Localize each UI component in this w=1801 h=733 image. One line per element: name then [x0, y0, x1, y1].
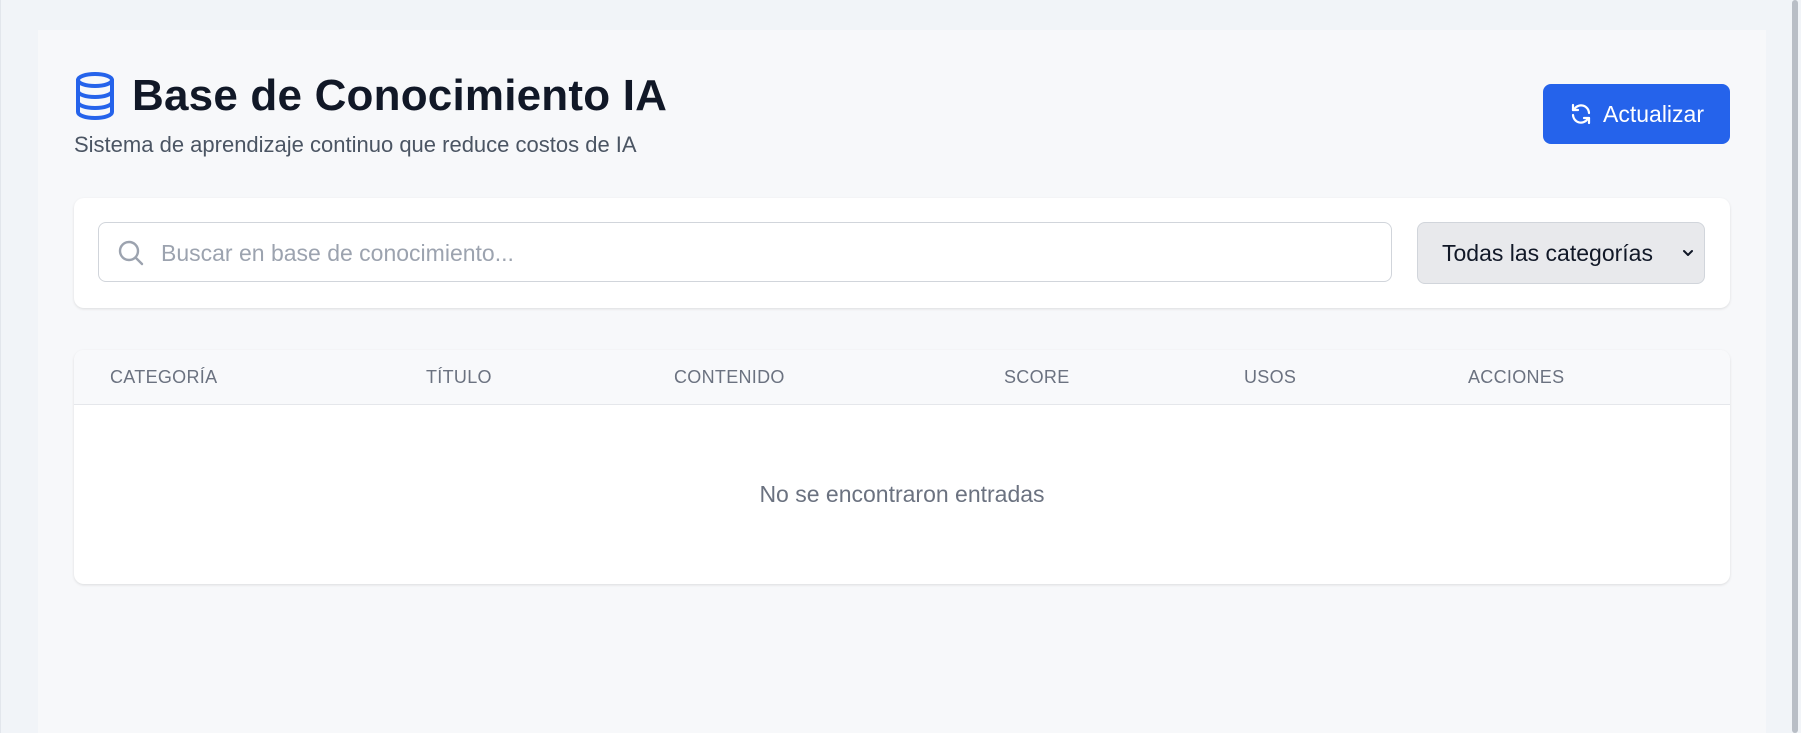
category-select[interactable]: Todas las categorías [1417, 222, 1705, 284]
title-row: Base de Conocimiento IA [74, 66, 1768, 126]
main-panel: Base de Conocimiento IA Sistema de apren… [38, 30, 1766, 733]
category-select-value: Todas las categorías [1442, 239, 1653, 266]
column-header-score[interactable]: SCORE [1004, 350, 1070, 404]
empty-state-message: No se encontraron entradas [759, 481, 1045, 507]
column-header-acciones: ACCIONES [1468, 367, 1565, 387]
column-header-titulo[interactable]: TÍTULO [426, 350, 492, 404]
column-header-categoria[interactable]: CATEGORÍA [110, 350, 217, 404]
scrollbar-thumb[interactable] [1792, 0, 1798, 733]
filter-card: Todas las categorías [74, 198, 1730, 308]
column-header-usos[interactable]: USOS [1244, 350, 1296, 404]
page-title: Base de Conocimiento IA [132, 71, 668, 120]
column-header-contenido[interactable]: CONTENIDO [674, 350, 785, 404]
refresh-button[interactable]: Actualizar [1543, 84, 1730, 144]
table-header-row: CATEGORÍA TÍTULO CONTENIDO SCORE USOS AC… [74, 350, 1730, 405]
database-icon [74, 72, 116, 120]
refresh-button-label: Actualizar [1603, 100, 1704, 127]
knowledge-table: CATEGORÍA TÍTULO CONTENIDO SCORE USOS AC… [74, 350, 1730, 584]
page-header: Base de Conocimiento IA Sistema de apren… [74, 66, 1768, 166]
chevron-down-icon [1680, 245, 1696, 261]
search-input[interactable] [159, 223, 1383, 283]
window-edge [0, 0, 1, 733]
refresh-icon [1569, 102, 1593, 126]
search-box[interactable] [98, 222, 1392, 283]
page-subtitle: Sistema de aprendizaje continuo que redu… [74, 132, 637, 157]
app-viewport: Base de Conocimiento IA Sistema de apren… [0, 0, 1801, 733]
search-icon [117, 239, 145, 267]
scrollbar[interactable] [1787, 0, 1801, 733]
